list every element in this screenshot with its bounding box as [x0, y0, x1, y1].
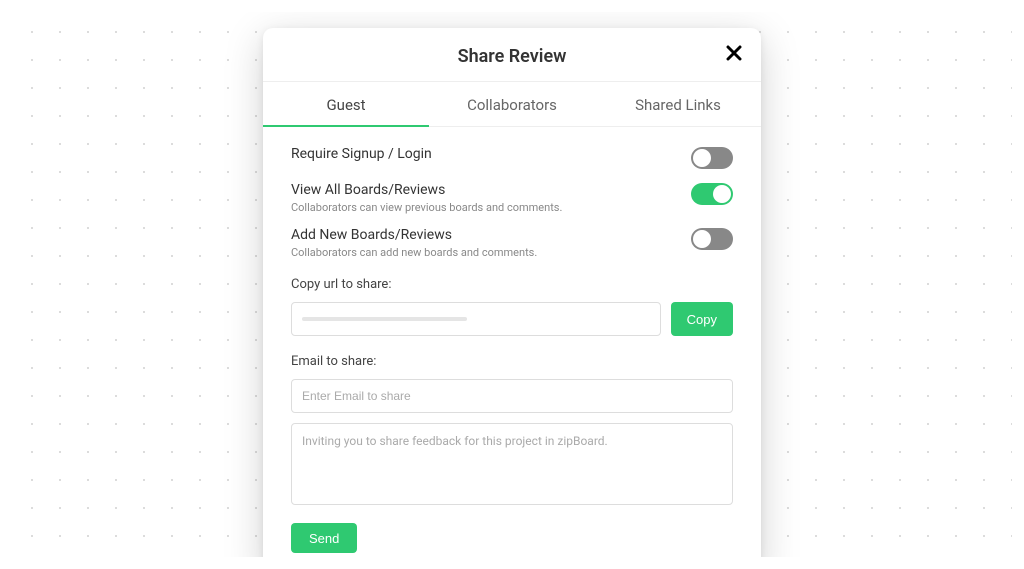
send-button[interactable]: Send	[291, 523, 357, 553]
close-button[interactable]	[723, 42, 745, 64]
copy-url-label: Copy url to share:	[291, 277, 733, 292]
canvas-background: Share Review Guest Collaborators Shared …	[12, 12, 1012, 557]
copy-button[interactable]: Copy	[671, 302, 733, 336]
setting-text: Require Signup / Login	[291, 145, 691, 163]
share-url-input[interactable]	[291, 302, 661, 336]
modal-content: Require Signup / Login View All Boards/R…	[263, 127, 761, 557]
tabs: Guest Collaborators Shared Links	[263, 82, 761, 127]
setting-title: Require Signup / Login	[291, 145, 671, 163]
setting-require-signup: Require Signup / Login	[291, 145, 733, 169]
setting-desc: Collaborators can view previous boards a…	[291, 201, 671, 214]
copy-url-row: Copy	[291, 302, 733, 336]
tab-guest[interactable]: Guest	[263, 82, 429, 126]
modal-header: Share Review	[263, 28, 761, 82]
setting-desc: Collaborators can add new boards and com…	[291, 246, 671, 259]
setting-text: Add New Boards/Reviews Collaborators can…	[291, 226, 691, 259]
toggle-view-all[interactable]	[691, 183, 733, 205]
tab-shared-links[interactable]: Shared Links	[595, 82, 761, 126]
modal-title: Share Review	[458, 46, 567, 67]
email-label: Email to share:	[291, 354, 733, 369]
email-input[interactable]	[291, 379, 733, 413]
setting-title: Add New Boards/Reviews	[291, 226, 671, 244]
setting-title: View All Boards/Reviews	[291, 181, 671, 199]
send-row: Send	[291, 523, 733, 553]
toggle-knob	[693, 149, 711, 167]
tab-collaborators[interactable]: Collaborators	[429, 82, 595, 126]
url-placeholder-line	[302, 317, 467, 321]
toggle-knob	[693, 230, 711, 248]
setting-text: View All Boards/Reviews Collaborators ca…	[291, 181, 691, 214]
toggle-knob	[713, 185, 731, 203]
toggle-require-signup[interactable]	[691, 147, 733, 169]
close-icon	[726, 45, 742, 61]
share-review-modal: Share Review Guest Collaborators Shared …	[263, 28, 761, 557]
invite-message-textarea[interactable]	[291, 423, 733, 505]
toggle-add-new[interactable]	[691, 228, 733, 250]
setting-add-new: Add New Boards/Reviews Collaborators can…	[291, 226, 733, 259]
setting-view-all: View All Boards/Reviews Collaborators ca…	[291, 181, 733, 214]
